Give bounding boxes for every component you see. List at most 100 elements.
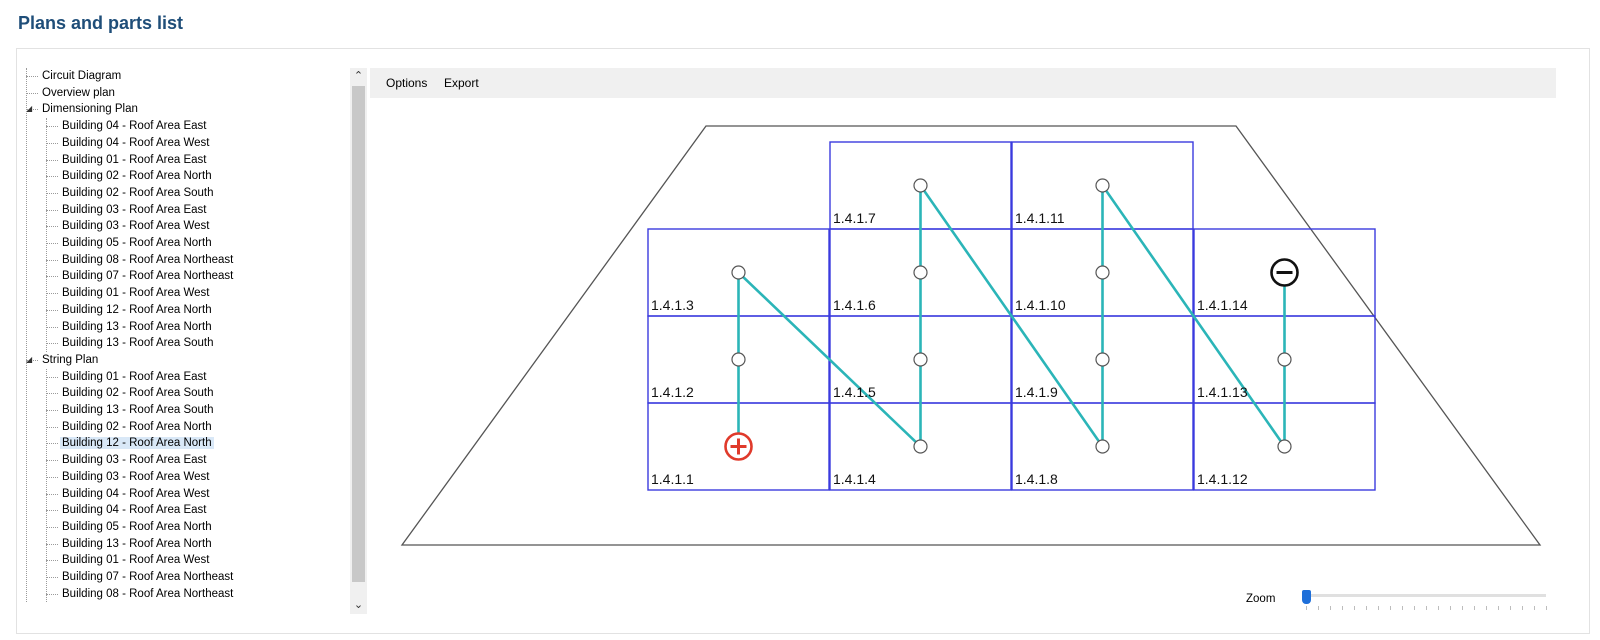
- tree-connector: [26, 76, 38, 77]
- zoom-tick: [1378, 606, 1379, 610]
- tree-item[interactable]: Building 05 - Roof Area North: [60, 235, 214, 251]
- tree-item[interactable]: Building 04 - Roof Area East: [60, 118, 208, 134]
- tree-item[interactable]: Building 07 - Roof Area Northeast: [60, 268, 235, 284]
- string-node: [1095, 178, 1110, 193]
- tree-item-label: Building 04 - Roof Area West: [62, 136, 210, 149]
- tree-item-label: Building 03 - Roof Area East: [62, 454, 207, 467]
- tree-item-label: Building 01 - Roof Area West: [62, 287, 210, 300]
- module-label: 1.4.1.11: [1015, 210, 1065, 226]
- tree-item[interactable]: Building 13 - Roof Area South: [60, 402, 216, 418]
- tree-item[interactable]: Building 07 - Roof Area Northeast: [60, 569, 235, 585]
- tree-connector: [46, 192, 58, 194]
- tree-item[interactable]: Building 13 - Roof Area North: [60, 319, 214, 335]
- tree-item-label: Building 04 - Roof Area East: [62, 120, 207, 133]
- plan-toolbar: Options Export: [370, 68, 1556, 98]
- tree-item[interactable]: Building 01 - Roof Area East: [60, 369, 208, 385]
- tree-connector: [26, 92, 38, 94]
- tree-item[interactable]: Building 04 - Roof Area West: [60, 486, 211, 502]
- tree-connector: [46, 443, 58, 445]
- zoom-tick: [1474, 606, 1475, 610]
- tree-item-label: Building 02 - Roof Area North: [62, 170, 212, 183]
- export-menu[interactable]: Export: [444, 76, 479, 90]
- tree-item[interactable]: Building 02 - Roof Area North: [60, 168, 214, 184]
- zoom-slider-thumb[interactable]: [1302, 590, 1311, 604]
- module-label: 1.4.1.10: [1015, 297, 1066, 313]
- tree-connector: [26, 68, 27, 603]
- tree-connector: [46, 243, 58, 244]
- string-node: [1095, 265, 1110, 280]
- tree-connector: [46, 376, 58, 378]
- tree-item[interactable]: Building 04 - Roof Area East: [60, 502, 208, 518]
- plan-tree[interactable]: Circuit Diagram Overview plan Dimensioning…: [24, 68, 356, 626]
- tree-connector: [46, 326, 58, 328]
- tree-item[interactable]: Building 03 - Roof Area West: [60, 218, 211, 234]
- options-menu[interactable]: Options: [386, 76, 427, 90]
- string-node: [913, 439, 928, 454]
- tree-item-label: Building 05 - Roof Area North: [62, 520, 212, 533]
- tree-item[interactable]: Building 13 - Roof Area South: [60, 335, 216, 351]
- module-label: 1.4.1.3: [651, 297, 694, 313]
- scroll-up-arrow-icon[interactable]: ⌃: [350, 68, 367, 85]
- tree-connector: [46, 560, 58, 562]
- tree-item[interactable]: Building 12 - Roof Area North: [60, 302, 214, 318]
- tree-item-label: Building 07 - Roof Area Northeast: [62, 571, 234, 583]
- tree-item[interactable]: Building 13 - Roof Area North: [60, 536, 214, 552]
- tree-group[interactable]: Dimensioning Plan: [40, 101, 140, 117]
- zoom-tick: [1462, 606, 1463, 610]
- tree-item[interactable]: Building 01 - Roof Area West: [60, 285, 211, 301]
- tree-item[interactable]: Building 01 - Roof Area East: [60, 152, 208, 168]
- tree-item[interactable]: Building 03 - Roof Area East: [60, 452, 208, 468]
- tree-item[interactable]: Circuit Diagram: [40, 68, 123, 84]
- tree-item[interactable]: Building 01 - Roof Area West: [60, 552, 211, 568]
- tree-item-label: Building 08 - Roof Area Northeast: [62, 587, 234, 600]
- tree-connector: [46, 293, 58, 295]
- tree-item-label: Dimensioning Plan: [42, 103, 138, 116]
- module-label: 1.4.1.14: [1197, 297, 1248, 313]
- string-node: [913, 265, 928, 280]
- scroll-down-arrow-icon[interactable]: ⌄: [350, 597, 367, 614]
- tree-item[interactable]: Building 03 - Roof Area West: [60, 469, 211, 485]
- tree-item-label: Building 13 - Roof Area North: [62, 320, 212, 333]
- tree-item[interactable]: Building 08 - Roof Area Northeast: [60, 586, 235, 602]
- string-plan-view[interactable]: 1.4.1.1 1.4.1.2 1.4.1.3 1.4.1.4 1.4.1.5 1.4.1…: [370, 98, 1556, 616]
- zoom-tick: [1426, 606, 1427, 610]
- tree-item[interactable]: Overview plan: [40, 85, 117, 101]
- tree-item-label: Building 02 - Roof Area North: [62, 420, 212, 433]
- tree-connector: [46, 510, 58, 512]
- tree-item[interactable]: Building 02 - Roof Area South: [60, 185, 216, 201]
- tree-item-label: Building 01 - Roof Area East: [62, 370, 207, 383]
- tree-item-label: Building 04 - Roof Area East: [62, 504, 207, 517]
- tree-item-label: Building 03 - Roof Area West: [62, 220, 210, 233]
- tree-item[interactable]: Building 03 - Roof Area East: [60, 202, 208, 218]
- scroll-thumb[interactable]: [352, 86, 365, 582]
- tree-connector: [46, 176, 58, 178]
- tree-connector: [46, 476, 58, 478]
- zoom-slider-track[interactable]: [1306, 594, 1546, 597]
- module-label: 1.4.1.5: [833, 384, 876, 400]
- zoom-tick: [1450, 606, 1451, 610]
- tree-group[interactable]: String Plan: [40, 352, 100, 368]
- tree-item[interactable]: Building 02 - Roof Area North: [60, 419, 214, 435]
- module-label: 1.4.1.2: [651, 384, 694, 400]
- tree-item[interactable]: Building 02 - Roof Area South: [60, 385, 216, 401]
- tree-item[interactable]: Building 08 - Roof Area Northeast: [60, 252, 235, 268]
- tree-item[interactable]: Building 12 - Roof Area North: [60, 435, 214, 451]
- zoom-tick: [1342, 606, 1343, 610]
- tree-item[interactable]: Building 04 - Roof Area West: [60, 135, 211, 151]
- tree-item-label: Circuit Diagram: [42, 70, 122, 82]
- tree-item-label: Building 03 - Roof Area East: [62, 203, 207, 216]
- zoom-tick: [1510, 606, 1511, 610]
- tree-item-label: Building 08 - Roof Area Northeast: [62, 253, 234, 266]
- zoom-tick: [1438, 606, 1439, 610]
- tree-item-label: Building 13 - Roof Area South: [62, 404, 214, 416]
- tree-item-label: Building 02 - Roof Area South: [62, 387, 214, 400]
- tree-item-label: Building 01 - Roof Area East: [62, 153, 207, 166]
- tree-connector: [46, 577, 58, 578]
- tree-item[interactable]: Building 05 - Roof Area North: [60, 519, 214, 535]
- tree-item-label: Overview plan: [42, 86, 115, 99]
- tree-connector: [46, 393, 58, 395]
- module-label: 1.4.1.9: [1015, 384, 1058, 400]
- tree-scrollbar[interactable]: ⌃ ⌄: [350, 68, 367, 614]
- zoom-tick: [1402, 606, 1403, 610]
- tree-item-label: Building 12 - Roof Area North: [60, 437, 214, 450]
